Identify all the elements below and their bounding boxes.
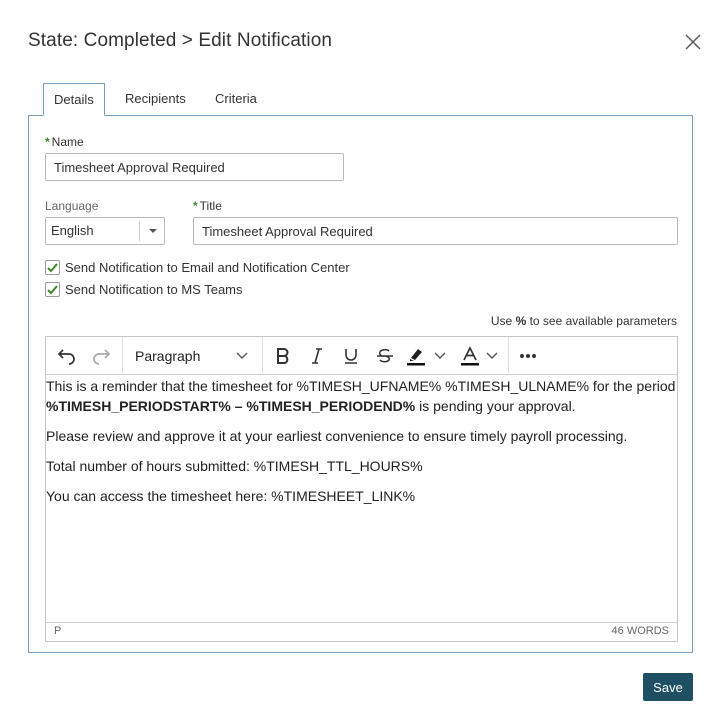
text-color-button[interactable] xyxy=(460,343,504,369)
tab-recipients-label: Recipients xyxy=(125,91,186,106)
close-button[interactable] xyxy=(684,33,702,51)
page-title: State: Completed > Edit Notification xyxy=(28,30,333,51)
bold-button[interactable] xyxy=(270,343,296,369)
period-parameters: %TIMESH_PERIODSTART% – %TIMESH_PERIODEND… xyxy=(46,398,416,414)
editor-content[interactable]: This is a reminder that the timesheet fo… xyxy=(46,376,677,516)
italic-button[interactable] xyxy=(304,343,330,369)
highlight-button[interactable] xyxy=(406,343,452,369)
content-paragraph: Please review and approve it at your ear… xyxy=(46,428,628,444)
word-count[interactable]: 46 WORDS xyxy=(612,625,669,637)
underline-icon xyxy=(345,349,357,364)
language-select[interactable]: English xyxy=(45,217,165,245)
tab-criteria[interactable]: Criteria xyxy=(215,83,257,116)
undo-icon xyxy=(57,349,75,365)
name-label: * Name xyxy=(45,135,84,149)
toolbar-separator xyxy=(122,337,123,375)
chevron-down-icon xyxy=(149,229,157,233)
language-label: Language xyxy=(45,199,99,213)
toolbar-separator xyxy=(262,337,263,375)
tab-details[interactable]: Details xyxy=(43,83,105,116)
block-format-dropdown[interactable]: Paragraph xyxy=(130,343,256,369)
checkmark-icon xyxy=(47,263,58,273)
chevron-down-icon xyxy=(434,352,446,359)
editor-toolbar: Paragraph xyxy=(46,337,677,375)
editor-statusbar: P 46 WORDS xyxy=(46,622,677,641)
email-notification-label: Send Notification to Email and Notificat… xyxy=(65,260,350,275)
redo-icon xyxy=(93,349,111,365)
teams-notification-label: Send Notification to MS Teams xyxy=(65,282,243,297)
hint-symbol: % xyxy=(515,314,527,328)
email-notification-checkbox[interactable] xyxy=(45,260,60,275)
title-label: * Title xyxy=(193,199,222,213)
tab-details-label: Details xyxy=(54,92,94,107)
italic-icon xyxy=(312,348,322,364)
more-icon xyxy=(520,354,536,358)
element-path[interactable]: P xyxy=(54,625,61,637)
content-paragraph: Total number of hours submitted: %TIMESH… xyxy=(46,458,423,474)
text-color-icon xyxy=(461,346,479,366)
title-field[interactable] xyxy=(193,217,678,245)
required-marker: * xyxy=(45,135,50,149)
highlight-icon xyxy=(407,349,425,366)
close-icon xyxy=(685,34,701,50)
teams-notification-checkbox[interactable] xyxy=(45,282,60,297)
required-marker: * xyxy=(193,199,198,213)
language-value: English xyxy=(51,223,94,238)
tab-recipients[interactable]: Recipients xyxy=(125,83,186,116)
bold-icon xyxy=(277,348,289,364)
rich-text-editor: Paragraph This is a reminder that the ti… xyxy=(45,336,678,642)
toolbar-separator xyxy=(508,337,509,375)
content-paragraph: This is a reminder that the timesheet fo… xyxy=(46,378,676,414)
parameter-hint: Use % to see available parameters xyxy=(490,314,677,328)
chevron-down-icon xyxy=(236,352,248,359)
checkmark-icon xyxy=(47,285,58,295)
save-button[interactable]: Save xyxy=(643,673,693,701)
details-panel: *Name Language English *Title Send Notif… xyxy=(28,115,693,653)
more-options-button[interactable] xyxy=(514,343,542,369)
strikethrough-button[interactable] xyxy=(372,343,398,369)
underline-button[interactable] xyxy=(338,343,364,369)
name-field[interactable] xyxy=(45,153,344,181)
undo-button[interactable] xyxy=(54,343,80,369)
strikethrough-icon xyxy=(377,348,393,363)
content-paragraph: You can access the timesheet here: %TIME… xyxy=(46,488,416,504)
chevron-down-icon xyxy=(486,352,498,359)
block-format-label: Paragraph xyxy=(135,348,201,364)
redo-button[interactable] xyxy=(88,343,114,369)
select-divider xyxy=(139,221,140,241)
tab-criteria-label: Criteria xyxy=(215,91,257,106)
